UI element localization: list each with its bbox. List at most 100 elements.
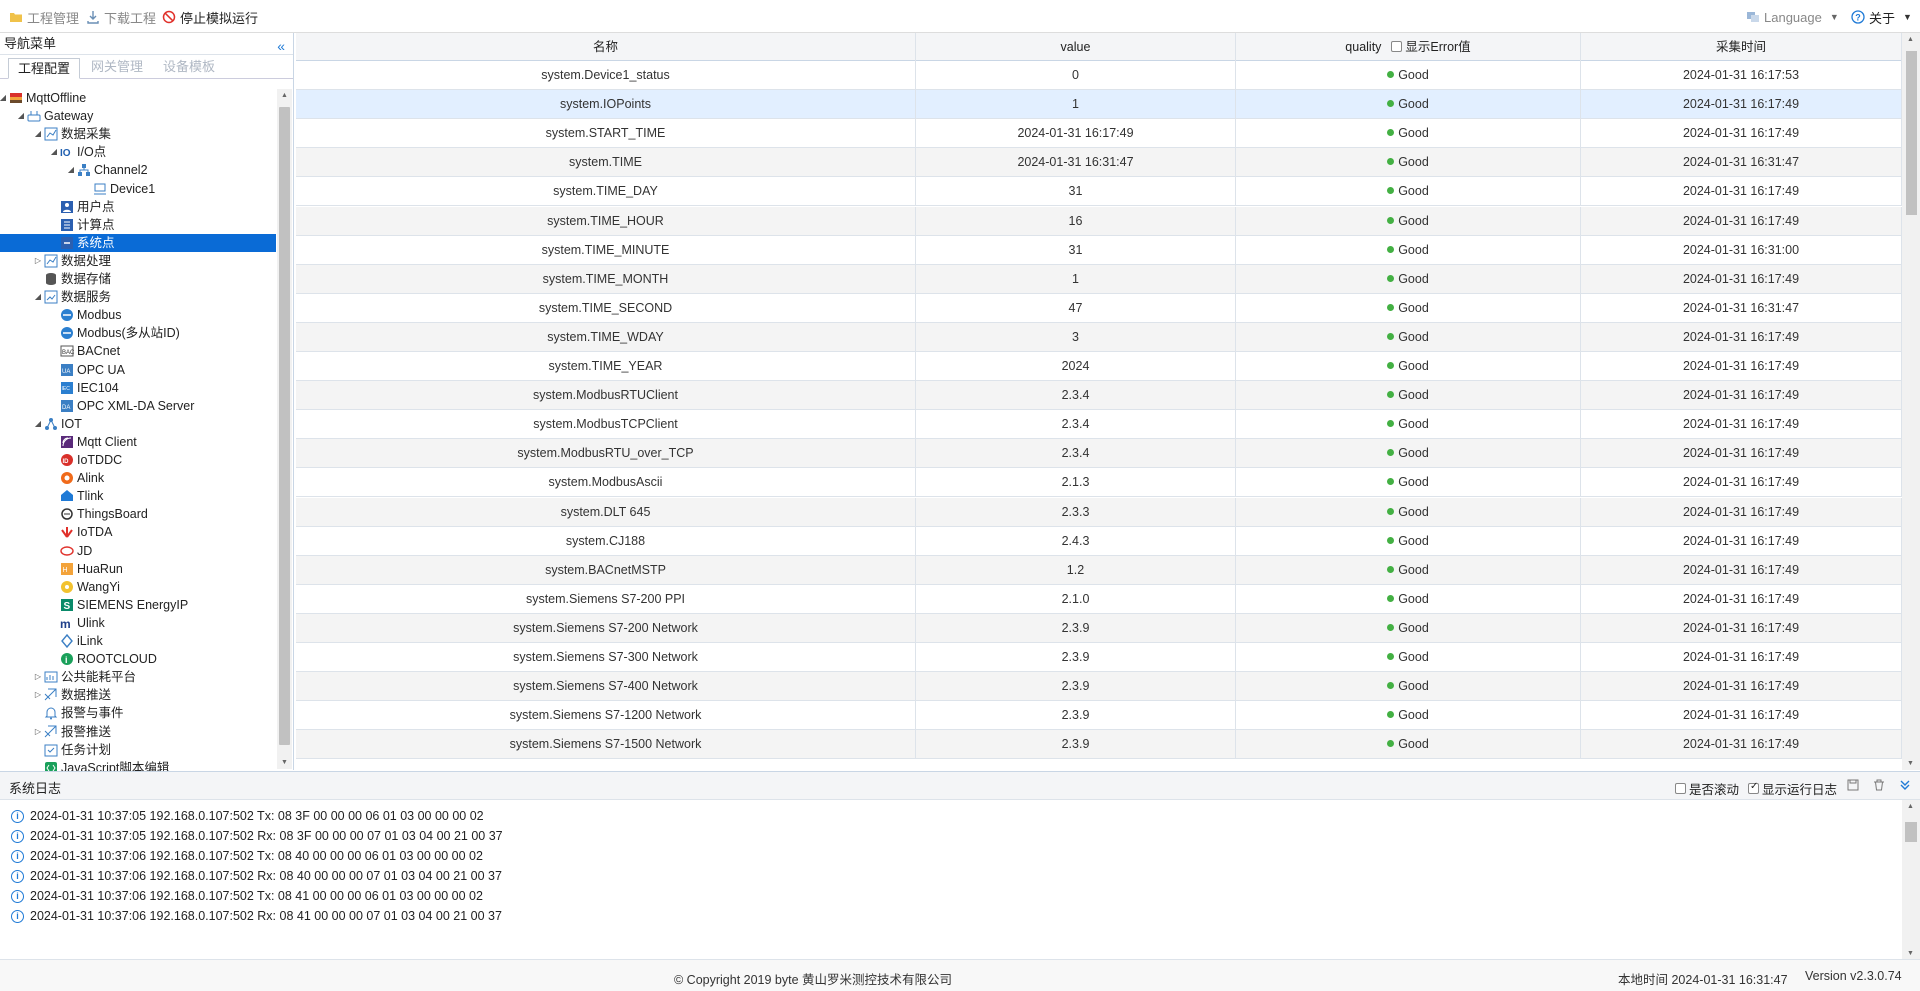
collapsed-triangle-icon[interactable]: ▷: [33, 686, 43, 704]
table-row[interactable]: system.TIME_DAY 31 Good 2024-01-31 16:17:49: [296, 177, 1902, 207]
tree-node-channel2[interactable]: ◢ Channel2: [0, 161, 276, 179]
collapse-double-left-icon[interactable]: «: [277, 35, 285, 57]
save-log-icon[interactable]: [1846, 778, 1860, 792]
table-row[interactable]: system.TIME_SECOND 47 Good 2024-01-31 16:31…: [296, 293, 1902, 323]
tree-node-javascript脚本编辑[interactable]: JavaScript脚本编辑: [0, 759, 276, 771]
tree-node-iotddc[interactable]: ID IoTDDC: [0, 451, 276, 469]
tree-node-数据采集[interactable]: ◢ 数据采集: [0, 125, 276, 143]
expanded-triangle-icon[interactable]: ◢: [66, 161, 76, 179]
tree-node-数据服务[interactable]: ◢ 数据服务: [0, 288, 276, 306]
tree-node-用户点[interactable]: 用户点: [0, 198, 276, 216]
tree-node-mqtt-client[interactable]: Mqtt Client: [0, 433, 276, 451]
tree-scrollbar-thumb[interactable]: [279, 107, 290, 745]
tree-node-iec104[interactable]: IEC IEC104: [0, 379, 276, 397]
tree-node-alink[interactable]: Alink: [0, 469, 276, 487]
table-row[interactable]: system.ModbusAscii 2.1.3 Good 2024-01-31 16…: [296, 468, 1902, 498]
tree-node-数据推送[interactable]: ▷ 数据推送: [0, 686, 276, 704]
expanded-triangle-icon[interactable]: ◢: [33, 288, 43, 306]
table-row[interactable]: system.ModbusTCPClient 2.3.4 Good 2024-01-3…: [296, 410, 1902, 440]
table-row[interactable]: system.ModbusRTU_over_TCP 2.3.4 Good 2024-0…: [296, 439, 1902, 469]
collapsed-triangle-icon[interactable]: ▷: [33, 668, 43, 686]
table-row[interactable]: system.TIME_WDAY 3 Good 2024-01-31 16:17:49: [296, 322, 1902, 352]
expanded-triangle-icon[interactable]: ◢: [0, 89, 8, 107]
project-manage-button[interactable]: 工程管理: [9, 8, 79, 26]
table-row[interactable]: system.Siemens S7-400 Network 2.3.9 Good 20…: [296, 672, 1902, 702]
table-row[interactable]: system.TIME_MINUTE 31 Good 2024-01-31 16:31…: [296, 235, 1902, 265]
table-row[interactable]: system.BACnetMSTP 1.2 Good 2024-01-31 16:17…: [296, 555, 1902, 585]
scroll-up-icon[interactable]: ▲: [281, 92, 288, 99]
expanded-triangle-icon[interactable]: ◢: [33, 415, 43, 433]
tree-node-modbus-多从站id-[interactable]: Modbus(多从站ID): [0, 324, 276, 342]
log-scrollbar[interactable]: ▲ ▼: [1902, 800, 1920, 960]
download-project-button[interactable]: 下载工程: [86, 8, 156, 26]
table-row[interactable]: system.CJ188 2.4.3 Good 2024-01-31 16:17:49: [296, 526, 1902, 556]
column-header-quality[interactable]: quality 显示Error值: [1236, 33, 1581, 61]
collapsed-triangle-icon[interactable]: ▷: [33, 723, 43, 741]
tree-node-ulink[interactable]: m Ulink: [0, 614, 276, 632]
tree-node-iot[interactable]: ◢ IOT: [0, 415, 276, 433]
tree-node-jd[interactable]: JD: [0, 542, 276, 560]
tree-node-bacnet[interactable]: BAC BACnet: [0, 342, 276, 360]
column-header-time[interactable]: 采集时间: [1581, 33, 1902, 61]
scroll-down-icon[interactable]: ▼: [1907, 950, 1914, 957]
tab-gateway-manage[interactable]: 网关管理: [82, 57, 152, 78]
auto-scroll-option[interactable]: 是否滚动: [1675, 779, 1739, 798]
tree-node-公共能耗平台[interactable]: ▷ 公共能耗平台: [0, 668, 276, 686]
table-row[interactable]: system.Siemens S7-300 Network 2.3.9 Good 20…: [296, 643, 1902, 672]
show-run-log-checkbox[interactable]: ✓: [1748, 781, 1759, 794]
show-error-checkbox[interactable]: [1390, 41, 1402, 52]
column-header-value[interactable]: value: [916, 33, 1236, 61]
table-row[interactable]: system.Siemens S7-1500 Network 2.3.9 Good 2…: [296, 730, 1902, 760]
table-row[interactable]: system.Siemens S7-1200 Network 2.3.9 Good 2…: [296, 701, 1902, 731]
table-row[interactable]: system.Siemens S7-200 Network 2.3.9 Good 20…: [296, 613, 1902, 643]
tree-node-siemens-energyip[interactable]: S SIEMENS EnergyIP: [0, 596, 276, 614]
collapse-double-down-icon[interactable]: [1898, 778, 1912, 792]
tree-node-rootcloud[interactable]: i ROOTCLOUD: [0, 650, 276, 668]
show-run-log-option[interactable]: ✓ 显示运行日志: [1748, 779, 1837, 798]
about-menu[interactable]: ? 关于 ▼: [1851, 8, 1912, 26]
tree-node-modbus[interactable]: Modbus: [0, 306, 276, 324]
tree-node-tlink[interactable]: Tlink: [0, 487, 276, 505]
tree-node-报警推送[interactable]: ▷ 报警推送: [0, 723, 276, 741]
auto-scroll-checkbox[interactable]: [1675, 783, 1686, 794]
tree-node-huarun[interactable]: H HuaRun: [0, 560, 276, 578]
tree-node-ilink[interactable]: iLink: [0, 632, 276, 650]
tree-node-mqttoffline[interactable]: ◢ MqttOffline: [0, 89, 276, 107]
table-row[interactable]: system.TIME_MONTH 1 Good 2024-01-31 16:17:4…: [296, 264, 1902, 294]
tree-node-数据存储[interactable]: 数据存储: [0, 270, 276, 288]
tree-node-thingsboard[interactable]: ThingsBoard: [0, 505, 276, 523]
table-row[interactable]: system.ModbusRTUClient 2.3.4 Good 2024-01-3…: [296, 381, 1902, 411]
table-row[interactable]: system.Device1_status 0 Good 2024-01-31 16:…: [296, 61, 1902, 90]
column-header-name[interactable]: 名称: [296, 33, 916, 61]
table-row[interactable]: system.DLT 645 2.3.3 Good 2024-01-31 16:17:…: [296, 497, 1902, 527]
expanded-triangle-icon[interactable]: ◢: [33, 125, 43, 143]
table-row[interactable]: system.IOPoints 1 Good 2024-01-31 16:17:49: [296, 90, 1902, 120]
table-scrollbar-thumb[interactable]: [1906, 51, 1917, 215]
table-row[interactable]: system.TIME 2024-01-31 16:31:47 Good 2024-0…: [296, 148, 1902, 178]
tab-device-template[interactable]: 设备模板: [154, 57, 224, 78]
table-scrollbar[interactable]: ▲ ▼: [1902, 33, 1920, 770]
expanded-triangle-icon[interactable]: ◢: [16, 107, 26, 125]
tree-node-任务计划[interactable]: 任务计划: [0, 741, 276, 759]
tree-node-i-o点[interactable]: ◢ IO I/O点: [0, 143, 276, 161]
clear-log-trash-icon[interactable]: [1872, 778, 1886, 792]
tree-node-报警与事件[interactable]: 报警与事件: [0, 704, 276, 722]
table-row[interactable]: system.TIME_HOUR 16 Good 2024-01-31 16:17:4…: [296, 206, 1902, 236]
tree-node-iotda[interactable]: IoTDA: [0, 523, 276, 541]
table-row[interactable]: system.Siemens S7-200 PPI 2.1.0 Good 2024-0…: [296, 584, 1902, 614]
tree-node-opc-ua[interactable]: UA OPC UA: [0, 361, 276, 379]
tree-node-device1[interactable]: Device1: [0, 180, 276, 198]
tree-scrollbar[interactable]: ▲ ▼: [277, 89, 292, 769]
tree-node-数据处理[interactable]: ▷ 数据处理: [0, 252, 276, 270]
scroll-down-icon[interactable]: ▼: [281, 759, 288, 766]
table-row[interactable]: system.TIME_YEAR 2024 Good 2024-01-31 16:17…: [296, 352, 1902, 381]
expanded-triangle-icon[interactable]: ◢: [49, 143, 59, 161]
table-row[interactable]: system.START_TIME 2024-01-31 16:17:49 Good…: [296, 119, 1902, 149]
scroll-up-icon[interactable]: ▲: [1907, 36, 1914, 43]
scroll-up-icon[interactable]: ▲: [1907, 803, 1914, 810]
scroll-down-icon[interactable]: ▼: [1907, 760, 1914, 767]
log-scrollbar-thumb[interactable]: [1905, 822, 1917, 842]
tree-node-系统点[interactable]: 系统点: [0, 233, 276, 252]
collapsed-triangle-icon[interactable]: ▷: [33, 252, 43, 270]
tree-node-wangyi[interactable]: WangYi: [0, 578, 276, 596]
